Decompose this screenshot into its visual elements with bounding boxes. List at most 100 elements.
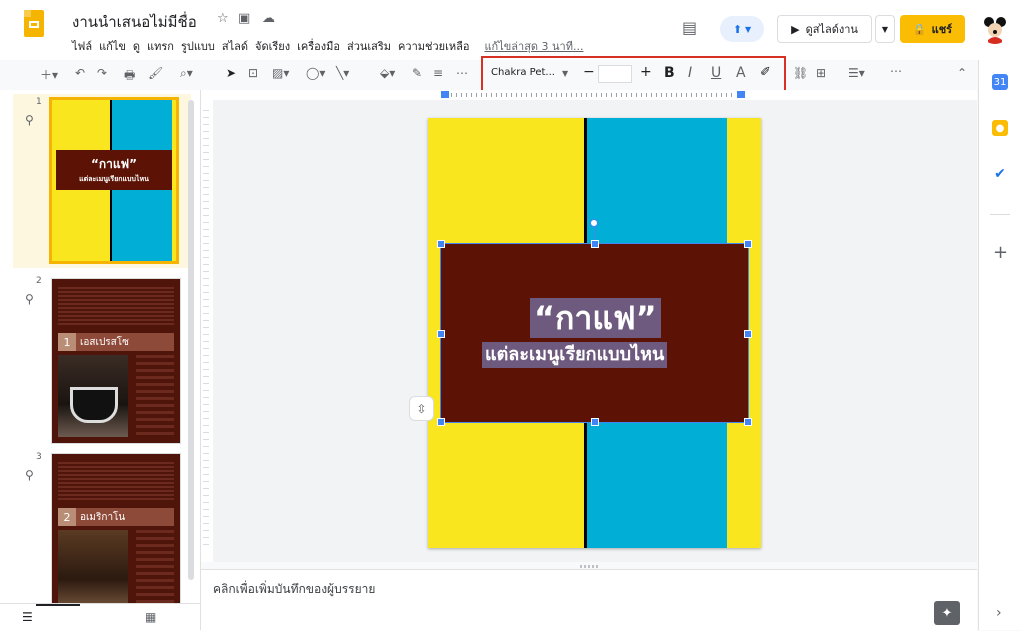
font-size-input[interactable] (598, 65, 632, 83)
zoom-icon[interactable]: ⌕▾ (180, 66, 193, 81)
present-options-button[interactable]: ⬆ ▼ (720, 16, 764, 42)
italic-button[interactable]: I (688, 65, 692, 81)
slide-subtitle-text[interactable]: แต่ละเมนูเรียกแบบไหน (482, 342, 668, 368)
chevron-down-icon[interactable]: ▼ (562, 69, 568, 78)
slide-title-text[interactable]: “กาแฟ” (530, 298, 661, 338)
thumb-text-box: “กาแฟ” แต่ละเมนูเรียกแบบไหน (56, 150, 172, 190)
menu-tools[interactable]: เครื่องมือ (297, 37, 340, 53)
border-color-icon[interactable]: ✎ (412, 66, 422, 80)
resize-handle-s[interactable] (591, 418, 599, 426)
border-dash-icon[interactable]: ⋯ (456, 66, 468, 80)
menu-insert[interactable]: แทรก (147, 37, 174, 53)
thumb-banner-text: อเมริกาโน (80, 511, 126, 523)
comment-add-icon[interactable]: ⊞ (816, 66, 826, 80)
text-box-icon[interactable]: ⊡ (248, 66, 258, 80)
slides-logo-icon[interactable] (24, 10, 44, 37)
slide-number: 2 (36, 276, 42, 286)
thumb-paragraph (58, 287, 174, 327)
add-addon-icon[interactable]: + (993, 242, 1008, 263)
share-button[interactable]: 🔒 แชร์ (900, 15, 965, 43)
resize-handle-w[interactable] (437, 330, 445, 338)
comments-icon[interactable]: ▤ (682, 18, 697, 37)
expand-panel-chevron-icon[interactable]: › (996, 605, 1002, 621)
resize-handle-sw[interactable] (437, 418, 445, 426)
text-color-button[interactable]: A (736, 65, 746, 81)
align-icon[interactable]: ☰▾ (848, 66, 865, 80)
present-label: ดูสไลด์งาน (805, 23, 858, 36)
paperclip-link-icon: ⚲ (25, 113, 34, 127)
present-button[interactable]: ▶ ดูสไลด์งาน (777, 15, 872, 43)
select-cursor-icon[interactable]: ➤ (226, 66, 236, 80)
menu-file[interactable]: ไฟล์ (72, 37, 92, 53)
slide-thumbnail-2[interactable]: 1 เอสเปรสโซ (51, 278, 181, 444)
menu-view[interactable]: ดู (133, 37, 140, 53)
thumb-photo-americano (58, 530, 128, 612)
star-icon[interactable]: ☆ (217, 11, 229, 26)
print-icon[interactable]: 🖶 (124, 66, 135, 87)
redo-icon[interactable]: ↷ (97, 66, 107, 80)
thumb-side-text (136, 530, 174, 612)
thumb-banner-number: 2 (58, 508, 76, 526)
account-avatar[interactable] (980, 14, 1010, 44)
new-slide-icon[interactable]: ＋▾ (40, 66, 58, 83)
view-toggle-bar: ☰ ▦ (0, 603, 200, 631)
border-weight-icon[interactable]: ≡ (433, 66, 443, 80)
autofit-options-button[interactable]: ⇳ (409, 396, 434, 421)
resize-handle-n[interactable] (591, 240, 599, 248)
fill-color-icon[interactable]: ⬙▾ (380, 66, 395, 80)
underline-button[interactable]: U (711, 65, 721, 81)
tasks-icon[interactable]: ✔ (992, 166, 1008, 182)
image-icon[interactable]: ▨▾ (272, 66, 289, 80)
speaker-notes-placeholder[interactable]: คลิกเพื่อเพิ่มบันทึกของผู้บรรยาย (213, 580, 375, 599)
shape-icon[interactable]: ◯▾ (306, 66, 325, 80)
side-panel (978, 60, 1022, 630)
document-title[interactable]: งานนำเสนอไม่มีชื่อ (72, 10, 197, 34)
slide-thumbnail-3[interactable]: 2 อเมริกาโน (51, 453, 181, 619)
present-dropdown-button[interactable]: ▼ (875, 15, 895, 43)
highlight-color-icon[interactable]: ✐ (760, 65, 771, 80)
menu-slide[interactable]: สไลด์ (222, 37, 248, 53)
thumb-banner-number: 1 (58, 333, 76, 351)
resize-handle-ne[interactable] (744, 240, 752, 248)
explore-button[interactable]: ✦ (934, 601, 960, 625)
font-size-increase-button[interactable]: + (640, 64, 652, 80)
line-icon[interactable]: ╲▾ (336, 66, 349, 80)
menu-addons[interactable]: ส่วนเสริม (347, 37, 391, 53)
ruler-ticks (451, 93, 735, 97)
thumb-title: “กาแฟ” (90, 157, 137, 171)
paint-format-icon[interactable]: 🖌 (148, 66, 163, 80)
menu-edit[interactable]: แก้ไข (99, 37, 126, 53)
font-size-decrease-button[interactable]: − (583, 64, 595, 80)
active-view-indicator (36, 604, 80, 606)
thumb-banner: 2 อเมริกาโน (58, 508, 174, 526)
menu-help[interactable]: ความช่วยเหลือ (398, 37, 469, 53)
chevron-down-icon: ▼ (881, 24, 889, 34)
bold-button[interactable]: B (664, 65, 675, 81)
undo-icon[interactable]: ↶ (75, 66, 85, 80)
menu-arrange[interactable]: จัดเรียง (255, 37, 290, 53)
filmstrip-scrollbar[interactable] (188, 100, 194, 580)
resize-handle-se[interactable] (744, 418, 752, 426)
speaker-notes-panel[interactable] (201, 569, 977, 631)
resize-handle-nw[interactable] (437, 240, 445, 248)
menu-format[interactable]: รูปแบบ (181, 37, 215, 53)
resize-handle-e[interactable] (744, 330, 752, 338)
calendar-icon[interactable]: 31 (992, 74, 1008, 90)
collapse-chevron-up-icon[interactable]: ⌃ (957, 66, 967, 80)
notes-resize-handle[interactable] (580, 565, 598, 568)
link-icon[interactable]: ⛓ (793, 66, 808, 80)
font-family-select[interactable]: Chakra Pet... (491, 67, 555, 78)
grid-view-icon[interactable]: ▦ (145, 610, 156, 624)
chevron-down-icon: ▼ (745, 24, 752, 34)
more-options-icon[interactable]: ⋯ (890, 64, 902, 78)
rotation-handle[interactable] (590, 219, 598, 227)
paperclip-link-icon: ⚲ (25, 292, 34, 306)
slide-thumbnail-1[interactable]: “กาแฟ” แต่ละเมนูเรียกแบบไหน (49, 97, 179, 264)
filmstrip-view-icon[interactable]: ☰ (22, 610, 33, 624)
ruler-indent-marker[interactable] (441, 91, 449, 98)
ruler-indent-marker[interactable] (737, 91, 745, 98)
keep-icon[interactable]: ● (992, 120, 1008, 136)
last-edit-link[interactable]: แก้ไขล่าสุด 3 นาที... (484, 37, 583, 53)
move-folder-icon[interactable]: ▣ (238, 11, 250, 26)
menu-bar: ไฟล์ แก้ไข ดู แทรก รูปแบบ สไลด์ จัดเรียง… (72, 37, 583, 53)
